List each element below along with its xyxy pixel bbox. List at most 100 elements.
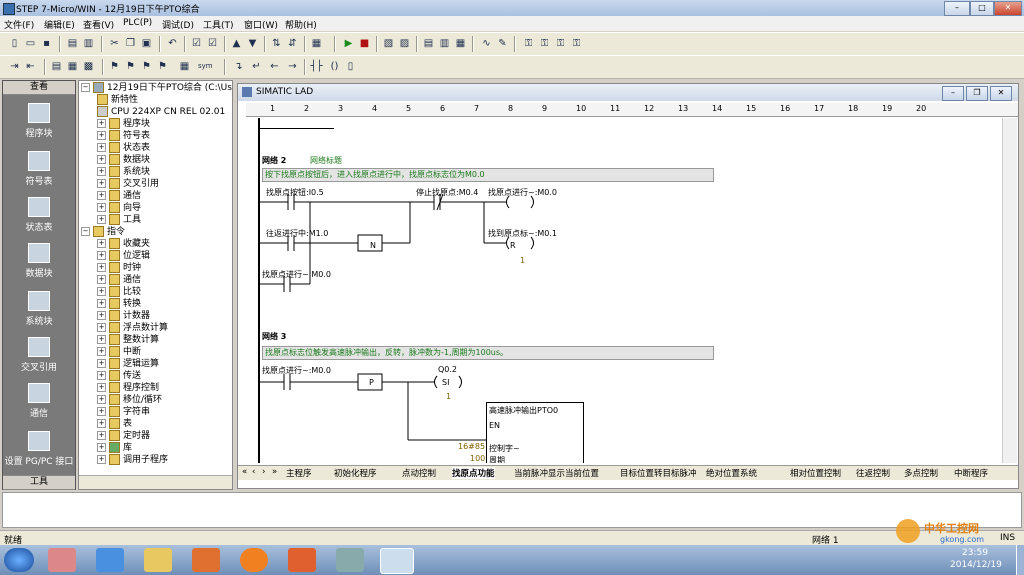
trend-icon[interactable]: ∿ [480,37,493,50]
options-icon[interactable]: ▦ [310,37,323,50]
tree-instructions[interactable]: − 指令 [81,226,125,238]
nav-data-block[interactable]: 数据块 [3,243,75,279]
tree-instr[interactable]: + 计数器 [97,310,150,322]
tree-instr[interactable]: + 定时器 [97,430,150,442]
box-icon[interactable]: ▯ [344,60,357,73]
menu-edit[interactable]: 编辑(E) [44,18,75,31]
coil-icon[interactable]: () [328,60,341,73]
menu-debug[interactable]: 调试(D) [162,18,194,31]
tab-nav-button[interactable]: ‹ [252,467,255,477]
tab-nav-button[interactable]: › [262,467,265,477]
orange-app-icon[interactable] [240,548,268,572]
nav-set-pgpc[interactable]: 设置 PG/PC 接口 [3,431,75,467]
unforce-icon[interactable]: ⚿ [554,37,567,50]
tree-instr[interactable]: + 表 [97,418,132,430]
tree-instr[interactable]: + 库 [97,442,132,454]
tree-instr[interactable]: + 通信 [97,274,141,286]
tab-program[interactable]: 多点控制 [904,467,938,479]
pause-status-icon[interactable]: ▨ [398,37,411,50]
prev-bookmark-icon[interactable]: ⚑ [140,60,153,73]
tree-item[interactable]: + 向导 [97,202,141,214]
tab-program[interactable]: 往返控制 [856,467,890,479]
nav-footer[interactable]: 工具 [3,475,75,490]
tree-instr[interactable]: + 转换 [97,298,141,310]
menu-window[interactable]: 窗口(W) [244,18,278,31]
tab-nav-button[interactable]: » [272,467,277,477]
nav-cross-reference[interactable]: 交叉引用 [3,337,75,373]
tree-instr[interactable]: + 程序控制 [97,382,159,394]
tab-program[interactable]: 绝对位置系统 [706,467,757,479]
tree-instr[interactable]: + 收藏夹 [97,238,150,250]
unlock-icon[interactable]: ⚿ [538,37,551,50]
stop-icon[interactable]: ■ [358,37,371,50]
upload-icon[interactable]: ▲ [230,37,243,50]
tree-item[interactable]: + 符号表 [97,130,150,142]
compile-icon[interactable]: ☑ [190,37,203,50]
editor-restore-button[interactable]: ❐ [966,86,988,101]
explorer-icon[interactable] [144,548,172,572]
insert-network-icon[interactable]: ⇥ [8,60,21,73]
media-icon[interactable] [192,548,220,572]
bookmark-icon[interactable]: ⚑ [108,60,121,73]
print-preview-icon[interactable]: ▥ [82,37,95,50]
tree-item[interactable]: CPU 224XP CN REL 02.01 [97,106,225,118]
nav-program-block[interactable]: 程序块 [3,103,75,139]
program-status-icon[interactable]: ▧ [382,37,395,50]
tab-program[interactable]: 中断程序 [954,467,988,479]
tree-project[interactable]: −12月19日下午PTO综合 (C:\User [81,82,232,94]
menu-file[interactable]: 文件(F) [4,18,34,31]
tab-program[interactable]: 主程序 [286,467,312,479]
run-icon[interactable]: ▶ [342,37,355,50]
paint-icon[interactable] [336,548,364,572]
tab-program[interactable]: 相对位置控制 [790,467,841,479]
nav-system-block[interactable]: 系统块 [3,291,75,327]
tree-hscrollbar[interactable] [79,475,232,489]
tree-item[interactable]: + 通信 [97,190,141,202]
print-icon[interactable]: ▤ [66,37,79,50]
line-down-icon[interactable]: ↴ [232,60,245,73]
tree-instr[interactable]: + 中断 [97,346,141,358]
tree-item[interactable]: + 数据块 [97,154,150,166]
tree-instr[interactable]: + 位逻辑 [97,250,150,262]
sort-desc-icon[interactable]: ⇵ [286,37,299,50]
ie-icon[interactable] [96,548,124,572]
tree-instr[interactable]: + 比较 [97,286,141,298]
editor-vscrollbar[interactable] [1002,118,1017,463]
tab-program[interactable]: 点动控制 [402,467,436,479]
tree-instr[interactable]: + 传送 [97,370,141,382]
nav-symbol-table[interactable]: 符号表 [3,151,75,187]
read-forced-icon[interactable]: ⚿ [570,37,583,50]
copy-icon[interactable]: ❐ [124,37,137,50]
paste-icon[interactable]: ▣ [140,37,153,50]
force-icon[interactable]: ✎ [496,37,509,50]
clock-date[interactable]: 2014/12/19 [950,560,1002,570]
show-desktop-button[interactable] [1016,545,1024,575]
compile-all-icon[interactable]: ☑ [206,37,219,50]
tree-item[interactable]: + 系统块 [97,166,150,178]
nav-status-chart[interactable]: 状态表 [3,197,75,233]
line-right-icon[interactable]: → [286,60,299,73]
minimize-button[interactable]: – [944,1,970,16]
tree-instr[interactable]: + 调用子程序 [97,454,168,466]
toggle-symbol-icon[interactable]: ▦ [66,60,79,73]
output-window[interactable] [2,492,1022,528]
close-button[interactable]: ✕ [994,1,1022,16]
open-icon[interactable]: ▭ [24,37,37,50]
tree-item[interactable]: + 交叉引用 [97,178,159,190]
clock-time[interactable]: 23:59 [962,548,988,558]
tab-program[interactable]: 目标位置转目标脉冲 [620,467,697,479]
sym-icon[interactable]: sym [198,60,213,73]
maximize-button[interactable]: □ [970,1,994,16]
menu-view[interactable]: 查看(V) [83,18,114,31]
tree-item[interactable]: + 程序块 [97,118,150,130]
write-all-icon[interactable]: ▦ [454,37,467,50]
undo-icon[interactable]: ↶ [166,37,179,50]
lock-icon[interactable]: ⚿ [522,37,535,50]
tab-nav-button[interactable]: « [242,467,247,477]
tree-item[interactable]: + 状态表 [97,142,150,154]
step7-taskbar-icon[interactable] [380,548,414,574]
nav-communications[interactable]: 通信 [3,383,75,419]
new-icon[interactable]: ▯ [8,37,21,50]
tree-instr[interactable]: + 移位/循环 [97,394,162,406]
symbol-info-icon[interactable]: ▦ [178,60,191,73]
